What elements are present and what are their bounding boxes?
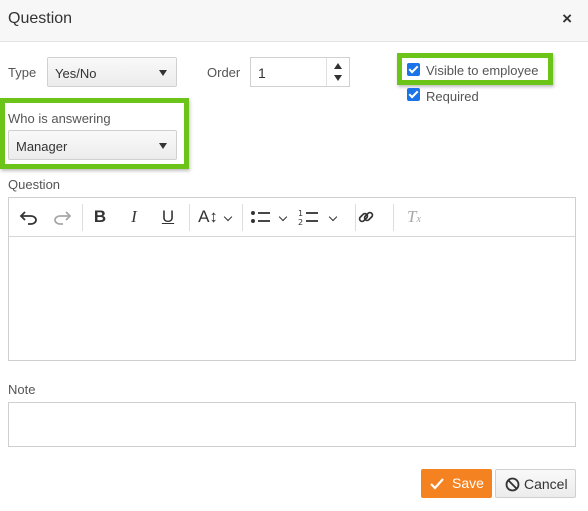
stepper-buttons [326, 58, 349, 86]
who-is-answering-select[interactable]: Manager [8, 130, 177, 160]
save-button[interactable]: Save [421, 469, 492, 498]
toolbar-separator [82, 204, 83, 231]
clear-format-icon[interactable]: Tx [402, 206, 426, 228]
toolbar-separator [393, 204, 394, 231]
dialog-header: Question × [0, 0, 588, 42]
chevron-down-icon[interactable] [223, 212, 233, 222]
visible-to-employee-checkbox[interactable] [407, 63, 420, 76]
decrement-icon[interactable] [334, 75, 342, 81]
who-is-answering-label: Who is answering [8, 111, 111, 126]
font-size-icon[interactable]: A↕ [197, 206, 219, 228]
bulleted-list-icon[interactable] [250, 206, 272, 228]
order-value: 1 [258, 65, 266, 81]
question-editor-body[interactable] [9, 237, 575, 360]
underline-icon[interactable]: U [157, 206, 179, 228]
cancel-icon [505, 477, 520, 492]
type-select[interactable]: Yes/No [47, 57, 177, 87]
close-icon[interactable]: × [562, 10, 572, 28]
note-textarea[interactable] [8, 402, 576, 447]
toolbar-separator [242, 204, 243, 231]
bold-icon[interactable]: B [89, 206, 111, 228]
undo-icon[interactable] [18, 206, 40, 228]
type-select-value: Yes/No [55, 66, 97, 81]
svg-text:1: 1 [298, 209, 303, 218]
svg-text:2: 2 [298, 218, 303, 227]
increment-icon[interactable] [334, 63, 342, 69]
save-label: Save [452, 475, 484, 491]
who-is-answering-value: Manager [16, 139, 68, 154]
question-label: Question [8, 177, 61, 192]
type-label: Type [8, 65, 37, 80]
chevron-down-icon[interactable] [278, 212, 288, 222]
chevron-down-icon [159, 143, 167, 149]
question-editor: B I U A↕ 12 Tx [8, 197, 576, 361]
redo-icon[interactable] [51, 206, 73, 228]
link-icon[interactable] [355, 206, 377, 228]
required-checkbox[interactable] [407, 88, 420, 101]
chevron-down-icon [159, 70, 167, 76]
order-label: Order [207, 65, 241, 80]
editor-toolbar: B I U A↕ 12 Tx [9, 198, 575, 237]
italic-icon[interactable]: I [123, 206, 145, 228]
toolbar-separator [189, 204, 190, 231]
dialog-title: Question [8, 10, 73, 27]
numbered-list-icon[interactable]: 12 [298, 206, 320, 228]
note-label: Note [8, 382, 36, 397]
chevron-down-icon[interactable] [328, 212, 338, 222]
required-label: Required [426, 89, 479, 104]
cancel-button[interactable]: Cancel [495, 469, 576, 498]
check-icon [430, 478, 444, 490]
visible-to-employee-label: Visible to employee [426, 63, 539, 78]
cancel-label: Cancel [524, 476, 568, 492]
order-stepper[interactable]: 1 [250, 57, 350, 87]
